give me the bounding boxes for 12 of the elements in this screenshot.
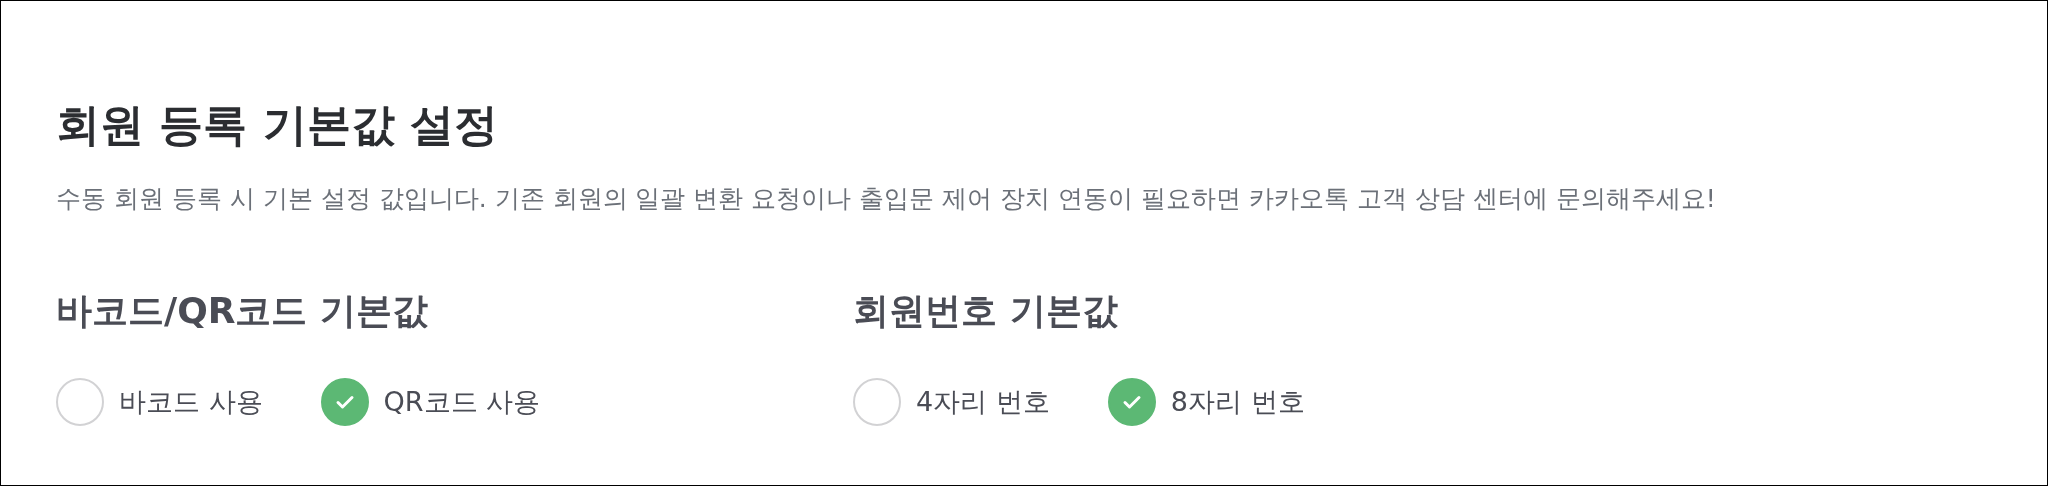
page-title: 회원 등록 기본값 설정 [56,98,499,151]
option-label[interactable]: QR코드 사용 [383,384,541,420]
section-heading: 회원번호 기본값 [853,289,1119,333]
option-label[interactable]: 8자리 번호 [1170,384,1305,420]
radio-button[interactable] [320,378,369,426]
radio-button[interactable] [1107,378,1156,426]
radio-button[interactable] [853,378,901,426]
option-label[interactable]: 4자리 번호 [916,384,1050,420]
radio-button[interactable] [56,378,104,426]
description-text: 수동 회원 등록 시 기본 설정 값입니다. 기존 회원의 일괄 변환 요청이나 출입문 제어 장치 연동이 필요하면 카카오톡 고객 상담 센터에 문의해주세요! [56,183,1717,215]
section-heading: 바코드/QR코드 기본값 [56,289,429,333]
option-label[interactable]: 바코드 사용 [119,384,263,420]
